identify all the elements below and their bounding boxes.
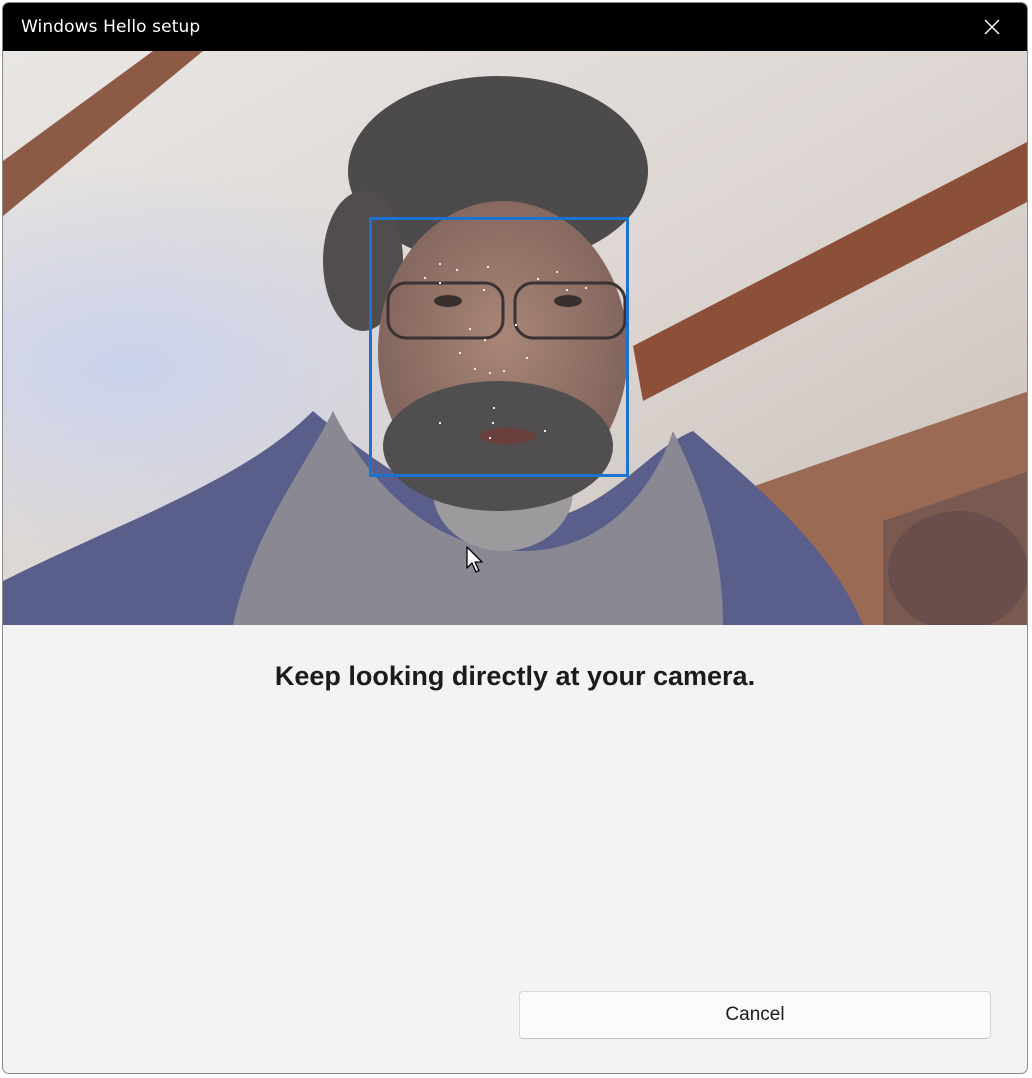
- face-landmark-dot: [503, 370, 505, 372]
- face-landmark-dot: [474, 368, 476, 370]
- face-landmark-dot: [489, 372, 491, 374]
- cancel-button[interactable]: Cancel: [519, 991, 991, 1039]
- instruction-message: Keep looking directly at your camera.: [274, 661, 756, 691]
- face-landmark-dot: [484, 339, 486, 341]
- face-landmark-dot: [537, 278, 539, 280]
- camera-preview: [3, 51, 1027, 625]
- face-landmark-dot: [459, 352, 461, 354]
- face-landmark-dot: [439, 282, 441, 284]
- face-landmark-dot: [439, 263, 441, 265]
- close-icon: [984, 19, 1000, 35]
- close-button[interactable]: [957, 3, 1027, 51]
- mouse-pointer-icon: [466, 546, 483, 573]
- window-title: Windows Hello setup: [21, 17, 201, 37]
- face-landmark-dot: [493, 407, 495, 409]
- face-landmark-dot: [487, 266, 489, 268]
- face-landmark-dot: [489, 437, 491, 439]
- face-landmark-dot: [439, 422, 441, 424]
- face-landmark-dot: [469, 328, 471, 330]
- face-landmark-dot: [544, 430, 546, 432]
- face-detection-box: [369, 217, 629, 477]
- face-landmark-dot: [556, 271, 558, 273]
- face-landmark-dot: [515, 324, 517, 326]
- face-landmark-dot: [566, 289, 568, 291]
- face-landmark-dot: [526, 357, 528, 359]
- face-landmark-dot: [483, 289, 485, 291]
- title-bar: Windows Hello setup: [3, 3, 1027, 51]
- face-landmark-dot: [424, 277, 426, 279]
- face-landmark-dot: [456, 269, 458, 271]
- face-landmark-dot: [585, 287, 587, 289]
- face-landmark-dot: [492, 422, 494, 424]
- windows-hello-dialog: Windows Hello setup Keep looking directl…: [2, 2, 1028, 1074]
